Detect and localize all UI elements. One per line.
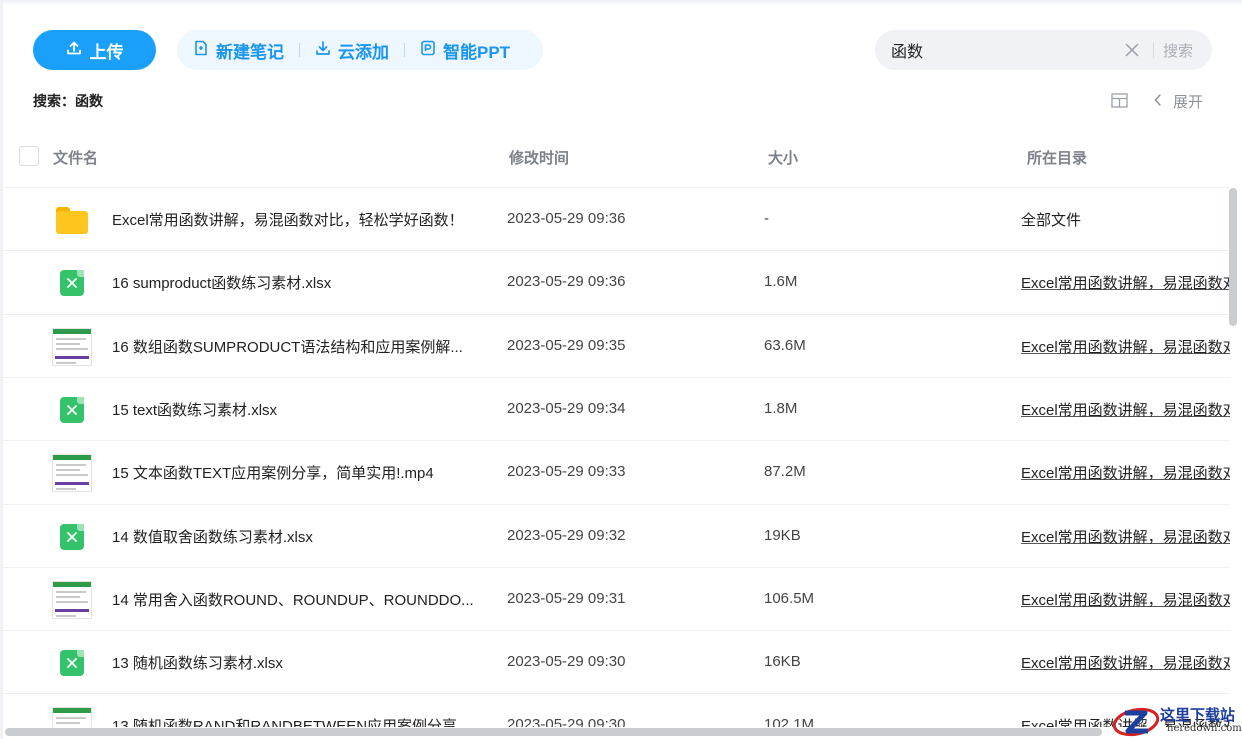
modified-time: 2023-05-29 09:32 — [507, 526, 626, 544]
directory-link[interactable]: Excel常用函数讲解，易混函数对比，轻松学好函数！ — [1021, 589, 1230, 610]
table-row[interactable]: Excel常用函数讲解，易混函数对比，轻松学好函数！ 2023-05-29 09:… — [0, 187, 1230, 250]
expand-label: 展开 — [1173, 94, 1204, 111]
file-name: 14 常用舍入函数ROUND、ROUNDUP、ROUNDDO... — [112, 591, 474, 609]
column-header-modified[interactable]: 修改时间 — [509, 147, 569, 168]
smart-ppt-label: 智能PPT — [443, 42, 511, 62]
ppt-icon — [420, 40, 436, 61]
file-name: 16 数组函数SUMPRODUCT语法结构和应用案例解... — [112, 338, 463, 356]
expand-button[interactable]: 展开 — [1153, 91, 1203, 112]
file-size: 102.1M — [764, 716, 815, 727]
watermark-url: heredown.com — [1167, 723, 1242, 734]
cloud-add-label: 云添加 — [338, 42, 389, 62]
table-row[interactable]: 13 随机函数RAND和RANDBETWEEN应用案例分享... 2023-05-… — [0, 693, 1230, 727]
video-thumbnail-icon — [52, 706, 92, 727]
video-thumbnail-icon — [52, 580, 92, 620]
excel-icon — [52, 517, 92, 557]
action-separator — [299, 43, 300, 57]
file-size: - — [764, 210, 769, 227]
file-name: 15 text函数练习素材.xlsx — [112, 401, 278, 419]
file-size: 19KB — [764, 526, 801, 544]
modified-time: 2023-05-29 09:34 — [507, 399, 626, 417]
new-note-icon — [193, 40, 209, 61]
vertical-scrollbar[interactable] — [1229, 188, 1237, 326]
table-row[interactable]: 13 随机函数练习素材.xlsx 2023-05-29 09:30 16KB Exce… — [0, 630, 1230, 693]
file-size: 106.5M — [764, 589, 815, 607]
file-name: 14 数值取舍函数练习素材.xlsx — [112, 528, 313, 546]
folder-icon — [52, 200, 92, 240]
file-size: 16KB — [764, 653, 801, 671]
top-divider — [0, 0, 1242, 6]
watermark: 这里下载站 heredown.com — [1108, 702, 1242, 739]
excel-icon — [52, 390, 92, 430]
search-input[interactable] — [875, 30, 1110, 70]
file-size: 1.6M — [764, 273, 798, 291]
file-name: 15 文本函数TEXT应用案例分享，简单实用!.mp4 — [112, 465, 434, 483]
watermark-logo-icon — [1112, 707, 1160, 737]
column-header-name[interactable]: 文件名 — [53, 147, 98, 168]
table-row[interactable]: 16 数组函数SUMPRODUCT语法结构和应用案例解... 2023-05-29… — [0, 313, 1230, 377]
file-size: 87.2M — [764, 463, 806, 481]
table-header: 文件名 修改时间 大小 所在目录 — [0, 140, 1230, 174]
directory-link[interactable]: 全部文件 — [1021, 209, 1230, 230]
excel-icon — [52, 643, 92, 683]
excel-icon — [52, 263, 92, 303]
modified-time: 2023-05-29 09:31 — [507, 589, 626, 607]
file-name: Excel常用函数讲解，易混函数对比，轻松学好函数！ — [112, 212, 464, 229]
search-button[interactable]: 搜索 — [1163, 40, 1193, 61]
modified-time: 2023-05-29 09:30 — [507, 653, 626, 671]
search-separator — [1153, 42, 1154, 58]
table-row[interactable]: 14 常用舍入函数ROUND、ROUNDUP、ROUNDDO... 2023-05… — [0, 566, 1230, 630]
table-row[interactable]: 15 text函数练习素材.xlsx 2023-05-29 09:34 1.8M Ex… — [0, 376, 1230, 440]
directory-link[interactable]: Excel常用函数讲解，易混函数对比，轻松学好函数！ — [1021, 399, 1230, 420]
directory-link[interactable]: Excel常用函数讲解，易混函数对比，轻松学好函数！ — [1021, 652, 1230, 673]
modified-time: 2023-05-29 09:36 — [507, 210, 626, 227]
modified-time: 2023-05-29 09:33 — [507, 463, 626, 481]
watermark-title: 这里下载站 — [1160, 706, 1236, 724]
directory-link[interactable]: Excel常用函数讲解，易混函数对比，轻松学好函数！ — [1021, 526, 1230, 547]
search-result-label: 搜索：函数 — [33, 93, 103, 109]
grid-view-icon[interactable] — [1111, 93, 1128, 108]
video-thumbnail-icon — [52, 327, 92, 367]
file-list: Excel常用函数讲解，易混函数对比，轻松学好函数！ 2023-05-29 09:… — [0, 187, 1230, 727]
horizontal-scrollbar[interactable] — [5, 728, 1102, 736]
table-row[interactable]: 15 文本函数TEXT应用案例分享，简单实用!.mp4 2023-05-29 09… — [0, 440, 1230, 503]
column-header-directory: 所在目录 — [1027, 150, 1088, 167]
file-size: 63.6M — [764, 336, 806, 354]
directory-link[interactable]: Excel常用函数讲解，易混函数对比，轻松学好函数！ — [1021, 462, 1230, 483]
column-header-size[interactable]: 大小 — [768, 147, 798, 168]
clear-icon[interactable] — [1124, 42, 1140, 58]
file-name: 13 随机函数练习素材.xlsx — [112, 655, 283, 673]
upload-button[interactable]: 上传 — [33, 30, 156, 70]
chevron-left-icon — [1153, 93, 1163, 111]
select-all-checkbox[interactable] — [19, 146, 39, 166]
upload-icon — [66, 40, 82, 61]
directory-link[interactable]: Excel常用函数讲解，易混函数对比，轻松学好函数！ — [1021, 272, 1230, 293]
file-name: 16 sumproduct函数练习素材.xlsx — [112, 275, 332, 293]
table-row[interactable]: 16 sumproduct函数练习素材.xlsx 2023-05-29 09:36… — [0, 250, 1230, 313]
upload-label: 上传 — [89, 42, 124, 62]
directory-link[interactable]: Excel常用函数讲解，易混函数对比，轻松学好函数！ — [1021, 336, 1230, 357]
new-note-button[interactable]: 新建笔记 — [193, 38, 284, 63]
download-icon — [315, 40, 331, 61]
smart-ppt-button[interactable]: 智能PPT — [420, 38, 510, 63]
search-box: 搜索 — [875, 30, 1212, 70]
action-separator — [404, 43, 405, 57]
file-size: 1.8M — [764, 399, 798, 417]
table-row[interactable]: 14 数值取舍函数练习素材.xlsx 2023-05-29 09:32 19KB Ex… — [0, 503, 1230, 567]
modified-time: 2023-05-29 09:35 — [507, 336, 626, 354]
video-thumbnail-icon — [52, 453, 92, 493]
modified-time: 2023-05-29 09:36 — [507, 273, 626, 291]
new-note-label: 新建笔记 — [216, 42, 284, 62]
file-name: 13 随机函数RAND和RANDBETWEEN应用案例分享... — [112, 718, 470, 727]
cloud-add-button[interactable]: 云添加 — [315, 38, 389, 63]
action-group: 新建笔记 云添加 智能PPT — [177, 30, 543, 70]
modified-time: 2023-05-29 09:30 — [507, 716, 626, 727]
